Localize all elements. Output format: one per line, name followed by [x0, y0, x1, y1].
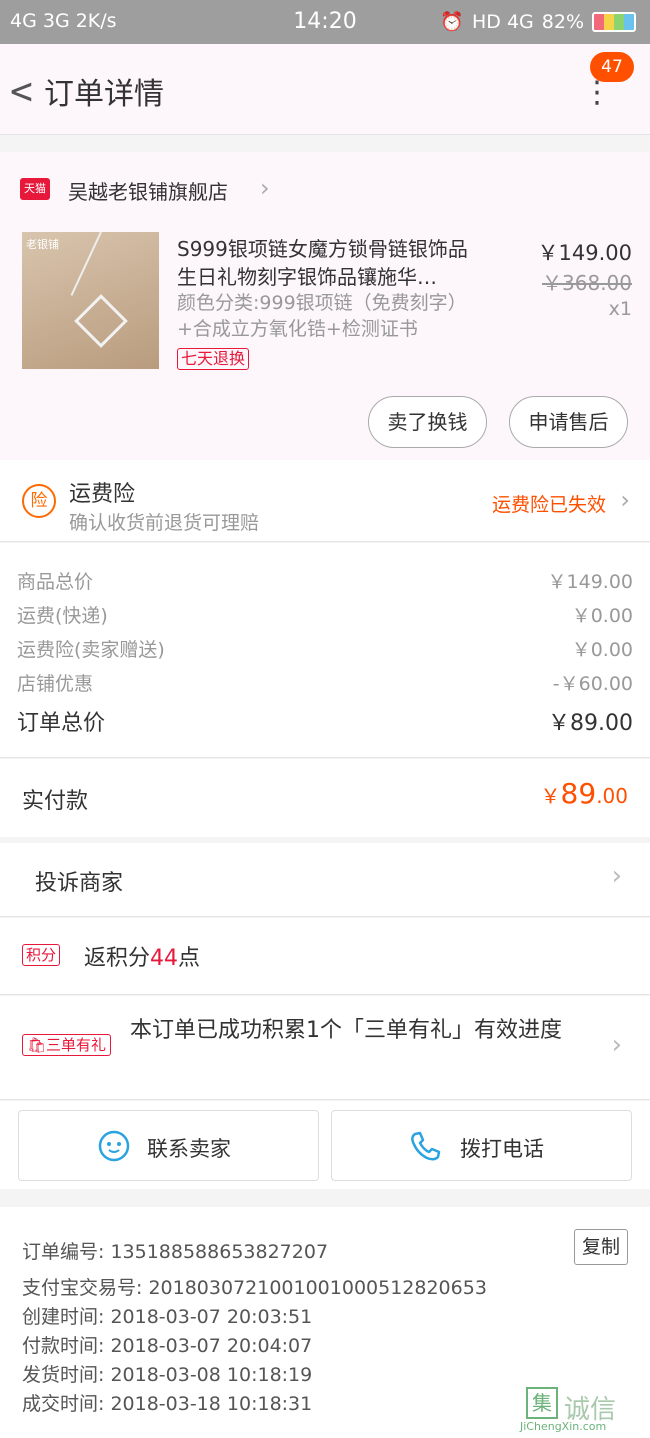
gift-bag-icon: 🛍 — [27, 1036, 47, 1054]
back-arrow-icon[interactable]: < — [10, 69, 33, 113]
insurance-subtitle: 确认收货前退货可理赔 — [69, 512, 260, 534]
chevron-right-icon: › — [611, 861, 622, 891]
paid-time: 付款时间: 2018-03-07 20:04:07 — [22, 1335, 313, 1357]
battery-icon — [592, 11, 636, 32]
chevron-right-icon: › — [611, 1030, 622, 1060]
product-original-price: ￥368.00 — [542, 271, 632, 295]
order-total-value: ￥89.00 — [548, 711, 633, 736]
cube-pendant — [74, 294, 128, 348]
alarm-icon: ⏰ — [440, 11, 464, 33]
paid-currency: ￥ — [540, 784, 561, 808]
paid-label: 实付款 — [22, 789, 89, 814]
phone-icon — [411, 1131, 441, 1161]
watermark-url: JiChengXin.com — [520, 1420, 607, 1433]
app-header: < 订单详情 ⋮ 47 — [0, 44, 650, 135]
complain-label: 投诉商家 — [35, 871, 124, 896]
status-bar: 4G 3G 2K/s 14:20 ⏰ HD 4G 82% — [0, 0, 650, 44]
insurance-status: 运费险已失效 — [491, 494, 606, 516]
product-spec: 颜色分类:999银项链（免费刻字）+合成立方氧化锆+检测证书 — [177, 292, 467, 340]
gift-badge: 🛍三单有礼 — [22, 1034, 112, 1056]
contact-seller-button[interactable]: 联系卖家 — [18, 1110, 319, 1181]
gift-badge-label: 三单有礼 — [46, 1036, 107, 1054]
points-suffix: 点 — [178, 946, 201, 971]
insurance-icon: 险 — [22, 484, 56, 518]
order-total-row: 订单总价 ￥89.00 — [0, 705, 650, 739]
copy-button[interactable]: 复制 — [574, 1229, 628, 1265]
summary-label: 运费险(卖家赠送) — [17, 639, 165, 661]
sell-button[interactable]: 卖了换钱 — [368, 396, 487, 448]
summary-value: -￥60.00 — [552, 673, 633, 695]
summary-label: 运费(快递) — [17, 605, 108, 627]
shipping-insurance-row[interactable]: 险 运费险 确认收货前退货可理赔 运费险已失效 › — [0, 460, 650, 542]
paid-amount-int: 89 — [560, 777, 597, 810]
hd-indicator: HD 4G — [471, 10, 534, 33]
aftersale-button[interactable]: 申请售后 — [509, 396, 628, 448]
status-right: ⏰ HD 4G 82% — [440, 10, 636, 33]
price-summary: 商品总价 ￥149.00 运费(快递) ￥0.00 运费险(卖家赠送) ￥0.0… — [0, 543, 650, 758]
tmall-logo-icon: 天猫 — [20, 178, 50, 200]
gift-text: 本订单已成功积累1个「三单有礼」有效进度 — [130, 1018, 562, 1043]
paid-amount-row: 实付款 ￥89.00 — [0, 759, 650, 837]
created-time: 创建时间: 2018-03-07 20:03:51 — [22, 1306, 313, 1328]
chat-bubble-icon — [98, 1130, 130, 1162]
chevron-right-icon: › — [620, 486, 630, 514]
shop-name[interactable]: 吴越老银铺旗舰店 — [68, 176, 228, 205]
page-title: 订单详情 — [44, 77, 164, 112]
notification-badge: 47 — [590, 52, 634, 82]
shipped-time: 发货时间: 2018-03-08 10:18:19 — [22, 1364, 313, 1386]
watermark-logo: 集 诚信 JiChengXin.com — [520, 1387, 640, 1435]
three-order-gift-row[interactable]: 🛍三单有礼 本订单已成功积累1个「三单有礼」有效进度 › — [0, 996, 650, 1100]
points-row: 积分 返积分44点 — [0, 918, 650, 995]
summary-value: ￥149.00 — [547, 571, 633, 593]
summary-label: 商品总价 — [17, 571, 94, 593]
summary-value: ￥0.00 — [571, 605, 633, 627]
battery-percent: 82% — [541, 10, 584, 33]
product-image-brand: 老银铺 — [26, 238, 59, 251]
summary-row: 店铺优惠 -￥60.00 — [0, 669, 650, 703]
chevron-right-icon[interactable]: › — [260, 174, 270, 202]
insurance-title: 运费险 — [69, 482, 136, 507]
shop-card: 天猫 吴越老银铺旗舰店 › 老银铺 S999银项链女魔方锁骨链银饰品生日礼物刻字… — [0, 152, 650, 460]
points-badge: 积分 — [22, 944, 61, 966]
contact-seller-label: 联系卖家 — [147, 1137, 231, 1161]
paid-amount-dec: .00 — [596, 784, 628, 808]
summary-value: ￥0.00 — [571, 639, 633, 661]
alipay-trade-number: 支付宝交易号: 2018030721001001000512820653 — [22, 1277, 487, 1299]
product-image[interactable]: 老银铺 — [22, 231, 159, 369]
summary-row: 运费(快递) ￥0.00 — [0, 601, 650, 635]
summary-label: 店铺优惠 — [17, 673, 94, 695]
product-name[interactable]: S999银项链女魔方锁骨链银饰品生日礼物刻字银饰品镶施华… — [177, 235, 477, 291]
complain-merchant-row[interactable]: 投诉商家 › — [0, 843, 650, 917]
order-total-label: 订单总价 — [17, 711, 106, 736]
order-number: 订单编号: 1351885886538272​07 — [22, 1241, 329, 1263]
contact-buttons: 联系卖家 拨打电话 — [0, 1101, 650, 1189]
completed-time: 成交时间: 2018-03-18 10:18:31 — [22, 1393, 313, 1415]
call-phone-button[interactable]: 拨打电话 — [331, 1110, 632, 1181]
call-phone-label: 拨打电话 — [460, 1137, 544, 1161]
points-number: 44 — [150, 946, 179, 971]
summary-row: 商品总价 ￥149.00 — [0, 567, 650, 601]
product-price: ￥149.00 — [537, 241, 632, 265]
paid-value: ￥89.00 — [541, 777, 628, 810]
points-text: 返积分44点 — [84, 940, 200, 972]
points-prefix: 返积分 — [84, 946, 151, 971]
more-vertical-icon[interactable]: ⋮ — [582, 78, 612, 108]
summary-row: 运费险(卖家赠送) ￥0.00 — [0, 635, 650, 669]
product-quantity: x1 — [608, 298, 632, 320]
watermark-box: 集 — [526, 1387, 558, 1419]
necklace-chain — [70, 231, 102, 296]
seven-day-return-badge: 七天退换 — [177, 348, 250, 370]
